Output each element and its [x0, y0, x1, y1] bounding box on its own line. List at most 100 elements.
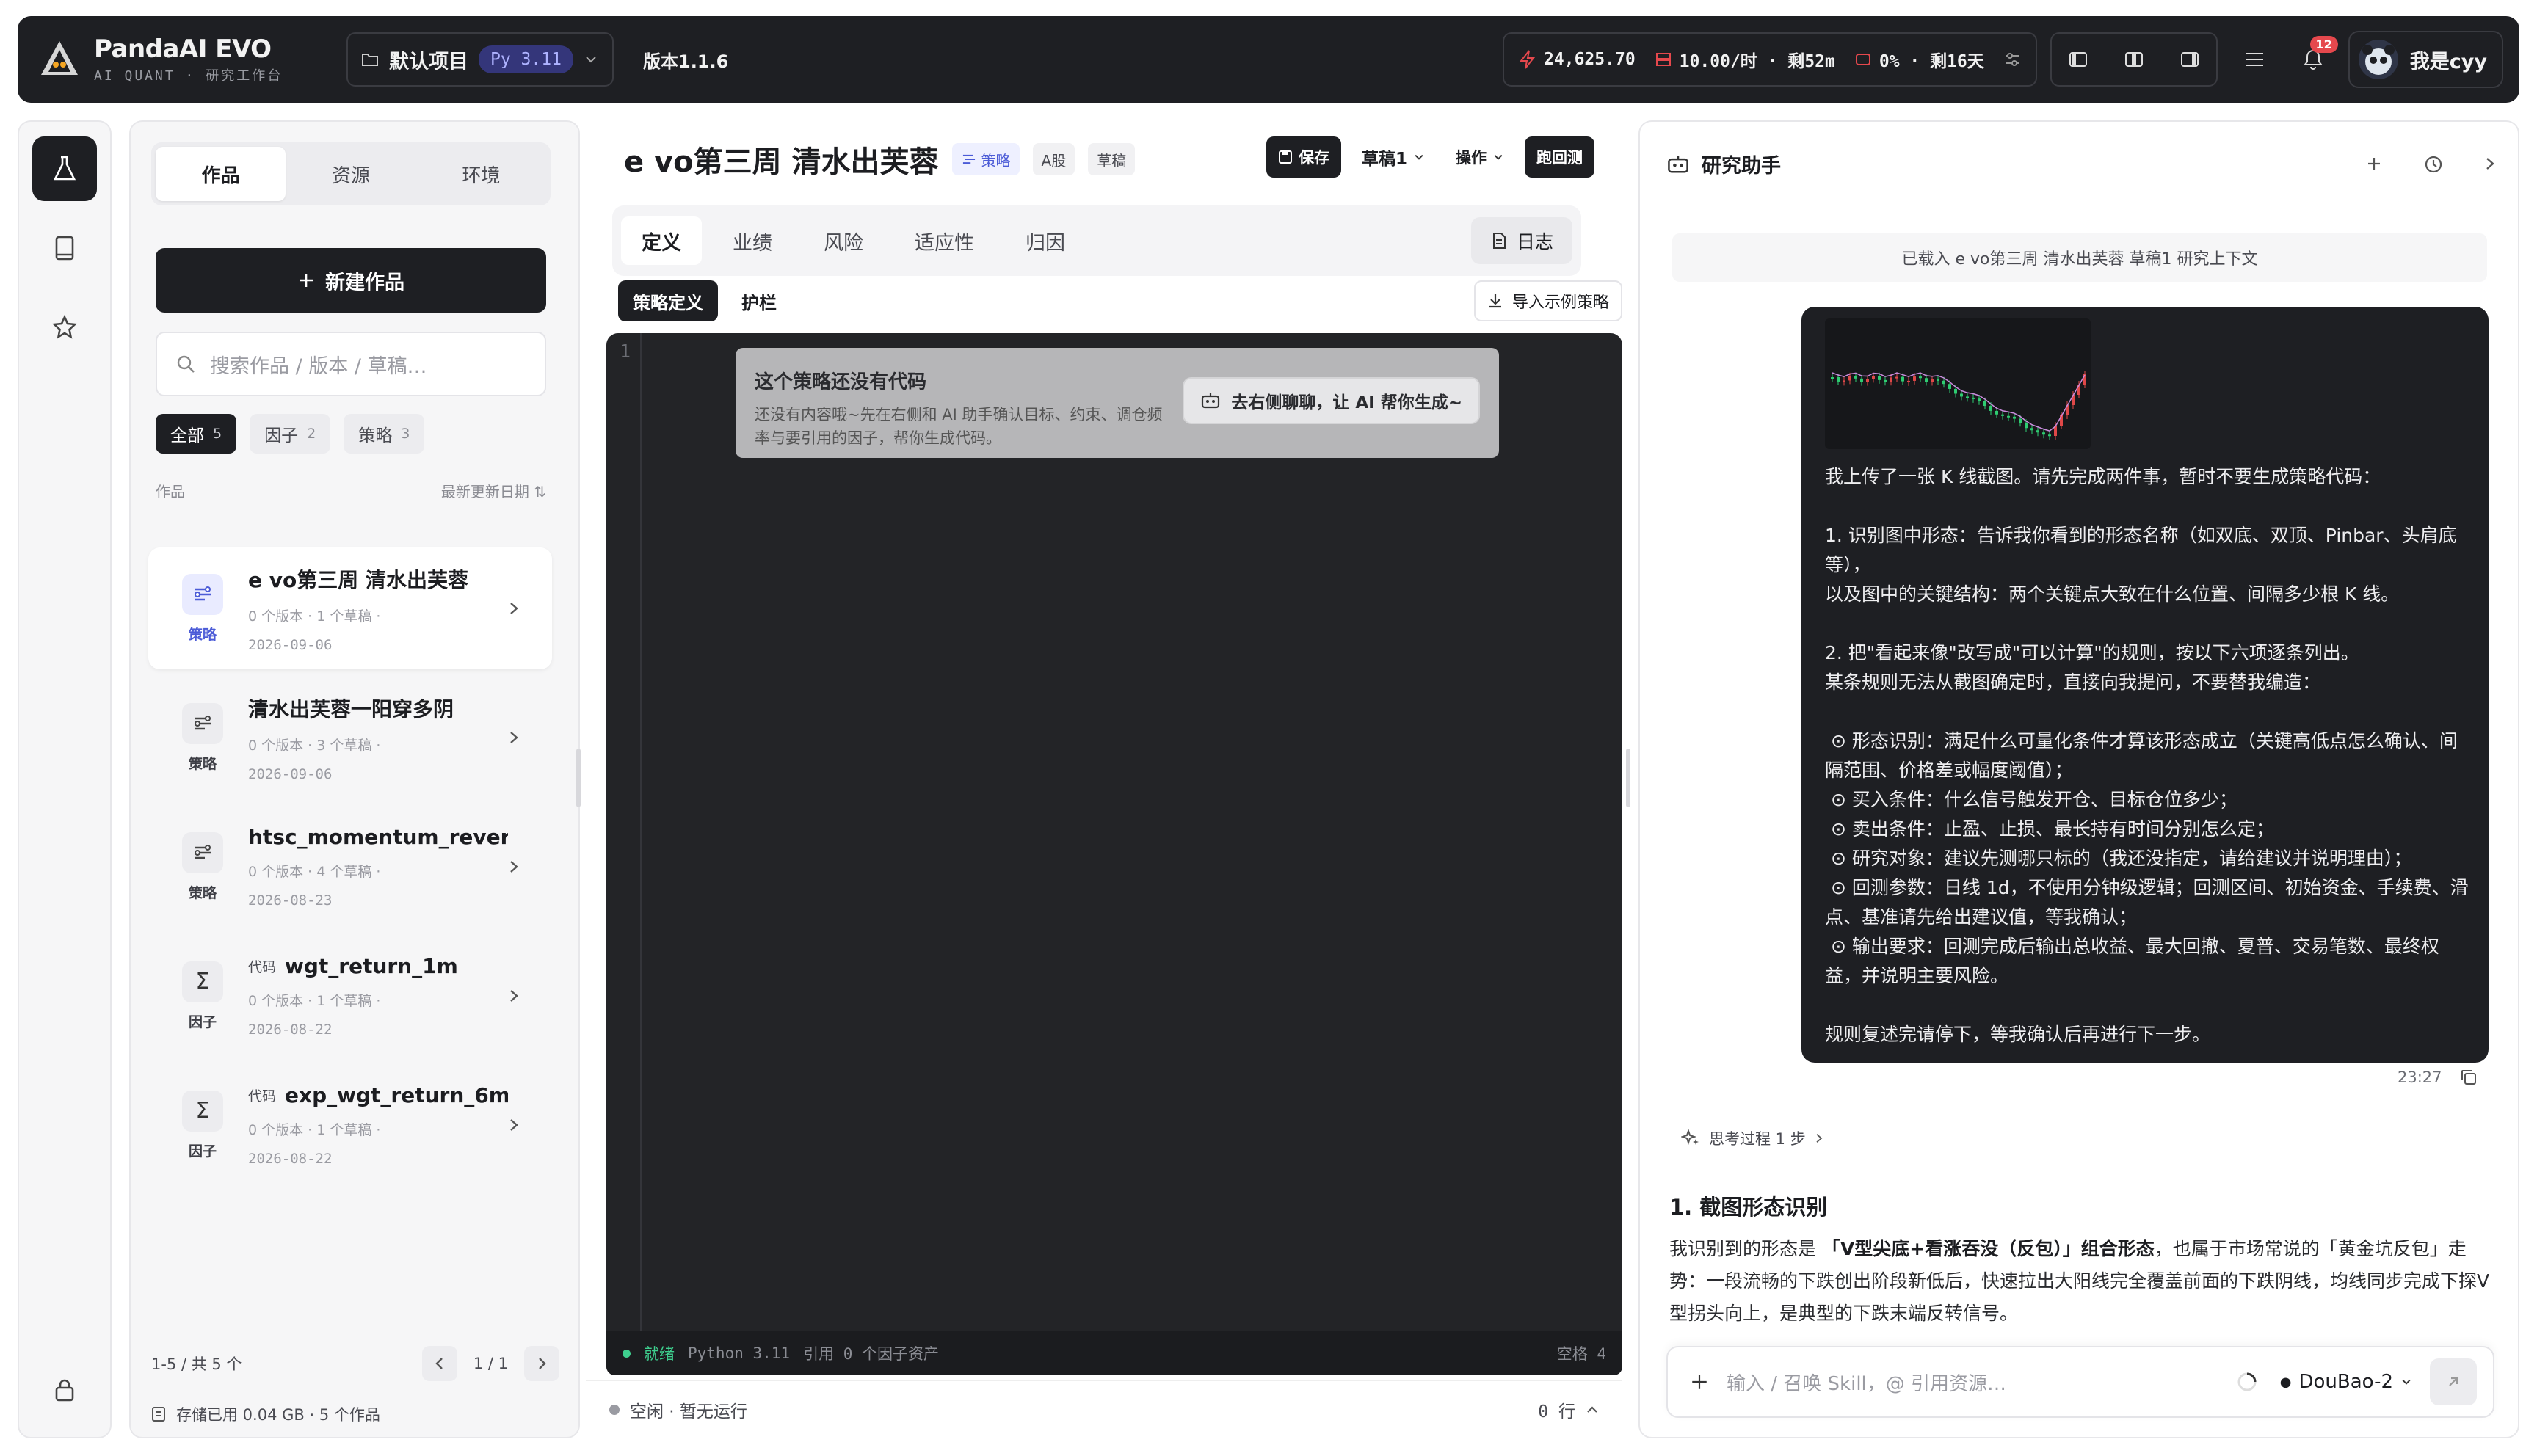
next-page-button[interactable] — [524, 1346, 559, 1381]
tab-adaptability[interactable]: 适应性 — [894, 216, 995, 265]
list-item[interactable]: 策略 清水出芙蓉一阳穿多阴 0 个版本 · 3 个草稿 · 2026-09-06 — [148, 677, 552, 798]
candle-body — [1978, 398, 1981, 401]
filter-strategy[interactable]: 策略 3 — [344, 414, 425, 454]
editor-status-bar: 就绪 Python 3.11 引用 0 个因子资产 空格 4 — [606, 1331, 1622, 1375]
chevron-right-icon — [508, 729, 530, 746]
list-item[interactable]: Σ 因子 代码 exp_wgt_return_6m 0 个版本 · 1 个草稿 · 20… — [148, 1064, 552, 1186]
layout-right-icon[interactable] — [2174, 43, 2206, 76]
save-button[interactable]: 保存 — [1266, 136, 1341, 178]
notification-count-badge: 12 — [2309, 36, 2338, 53]
candle-body — [1919, 376, 1922, 379]
candle-body — [1907, 380, 1910, 382]
subtab-guardrails[interactable]: 护栏 — [727, 280, 791, 321]
quota-stats[interactable]: 24,625.70 10.00/时 · 剩52m 0% · 剩16天 — [1503, 32, 2037, 87]
box-icon — [1854, 51, 1872, 68]
rail-lab-button[interactable] — [32, 136, 97, 201]
layout-center-icon[interactable] — [2118, 43, 2150, 76]
folder-icon — [361, 51, 379, 68]
chevron-right-icon — [1815, 1132, 1823, 1145]
kline-screenshot-thumbnail[interactable] — [1825, 318, 2091, 449]
strategy-icon — [182, 702, 223, 744]
filter-factor[interactable]: 因子 2 — [250, 414, 331, 454]
type-badge: 策略 — [951, 143, 1020, 175]
operations-menu[interactable]: 操作 — [1445, 136, 1514, 178]
idle-dot — [609, 1405, 620, 1415]
assistant-title: 研究助手 — [1702, 155, 1781, 178]
code-editor[interactable]: 1 这个策略还没有代码 还没有内容哦~先在右侧和 AI 助手确认目标、约束、调仓… — [606, 333, 1622, 1375]
points-stat: 24,625.70 — [1519, 50, 1636, 69]
log-button[interactable]: 日志 — [1470, 217, 1572, 264]
chevron-right-icon — [508, 600, 530, 616]
candle-body — [1983, 401, 1986, 407]
collapse-chevron-icon[interactable] — [2484, 155, 2496, 174]
run-backtest-button[interactable]: 跑回测 — [1525, 136, 1594, 178]
brand[interactable]: PandaAI EVO AI QUANT · 研究工作台 — [38, 34, 332, 84]
list-item[interactable]: 策略 htsc_momentum_revers…0 个版本 · 4 个草稿 ·2… — [148, 806, 552, 928]
pager: 1-5 / 共 5 个 1 / 1 — [151, 1346, 559, 1381]
username: 我是cyy — [2409, 50, 2487, 73]
candle-body — [1831, 377, 1834, 379]
project-selector[interactable]: 默认项目 Py 3.11 — [346, 32, 614, 87]
rail-lock-button[interactable] — [32, 1358, 97, 1422]
candle-body — [1901, 376, 1904, 382]
tab-resources[interactable]: 资源 — [286, 147, 415, 201]
candle-body — [1837, 377, 1840, 382]
draft-selector[interactable]: 草稿1 — [1351, 136, 1435, 178]
run-status-bar[interactable]: 空闲 · 暂无运行 0 行 — [586, 1380, 1622, 1438]
empty-code-hint: 这个策略还没有代码 还没有内容哦~先在右侧和 AI 助手确认目标、约束、调仓频率… — [736, 348, 1499, 458]
tab-risk[interactable]: 风险 — [803, 216, 884, 265]
copy-icon[interactable] — [2460, 1069, 2478, 1086]
user-menu[interactable]: 我是cyy — [2348, 31, 2503, 88]
tab-environment[interactable]: 环境 — [416, 147, 546, 201]
chat-input[interactable]: 输入 / 召唤 Skill，@ 引用资源… ● DouBao-2 — [1666, 1346, 2494, 1418]
server-icon — [1655, 51, 1672, 68]
search-icon — [176, 354, 195, 374]
rail-library-button[interactable] — [32, 216, 97, 280]
chevron-down-icon — [584, 52, 598, 67]
download-icon — [1487, 293, 1503, 309]
prev-page-button[interactable] — [421, 1346, 457, 1381]
new-work-button[interactable]: 新建作品 — [156, 248, 546, 313]
go-chat-button[interactable]: 去右侧聊聊，让 AI 帮你生成~ — [1183, 377, 1480, 424]
send-button[interactable] — [2430, 1358, 2477, 1405]
candle-body — [1989, 406, 1992, 411]
tab-definition[interactable]: 定义 — [621, 216, 702, 265]
tab-performance[interactable]: 业绩 — [712, 216, 793, 265]
attach-plus-icon[interactable] — [1690, 1372, 1709, 1391]
notification-bell-icon[interactable]: 12 — [2297, 36, 2338, 76]
chevron-right-icon — [508, 859, 530, 875]
import-example-button[interactable]: 导入示例策略 — [1473, 280, 1622, 321]
tab-works[interactable]: 作品 — [156, 147, 286, 201]
sliders-icon[interactable] — [2003, 51, 2021, 68]
candle-body — [1866, 379, 1869, 382]
plus-icon[interactable] — [2365, 155, 2383, 174]
strategy-icon — [961, 152, 977, 167]
sort-icon: ⇅ — [534, 483, 546, 500]
left-splitter-handle[interactable] — [576, 749, 581, 807]
thinking-process-toggle[interactable]: 思考过程 1 步 — [1681, 1127, 1823, 1149]
model-selector[interactable]: ● DouBao-2 — [2236, 1371, 2412, 1393]
list-icon[interactable] — [2238, 43, 2271, 76]
message-meta: 23:27 — [2398, 1069, 2478, 1086]
rail-favorites-button[interactable] — [32, 295, 97, 360]
chevron-down-icon — [2400, 1376, 2412, 1388]
list-item[interactable]: Σ 因子 代码 wgt_return_1m 0 个版本 · 1 个草稿 · 2026-0… — [148, 935, 552, 1057]
candle-body — [1925, 378, 1928, 382]
sort-toggle[interactable]: 最新更新日期 ⇅ — [441, 480, 546, 501]
list-header: 作品 最新更新日期 ⇅ — [156, 480, 546, 501]
candle-body — [1878, 376, 1881, 380]
candle-body — [1860, 378, 1863, 382]
python-version-badge: Py 3.11 — [479, 46, 573, 73]
project-name: 默认项目 — [389, 50, 468, 73]
history-icon[interactable] — [2424, 155, 2443, 174]
filter-all[interactable]: 全部 5 — [156, 414, 237, 454]
subtab-strategy-definition[interactable]: 策略定义 — [618, 280, 718, 321]
list-item[interactable]: 策略 e vo第三周 清水出芙蓉 0 个版本 · 1 个草稿 · 2026-09-0… — [148, 547, 552, 669]
search-input[interactable]: 搜索作品 / 版本 / 草稿… — [156, 332, 546, 396]
tab-attribution[interactable]: 归因 — [1005, 216, 1086, 265]
right-splitter-handle[interactable] — [1626, 749, 1630, 807]
layout-left-icon[interactable] — [2062, 43, 2094, 76]
candle-body — [1931, 379, 1934, 382]
candle-body — [2001, 414, 2004, 416]
top-bar: PandaAI EVO AI QUANT · 研究工作台 默认项目 Py 3.1… — [18, 16, 2519, 103]
